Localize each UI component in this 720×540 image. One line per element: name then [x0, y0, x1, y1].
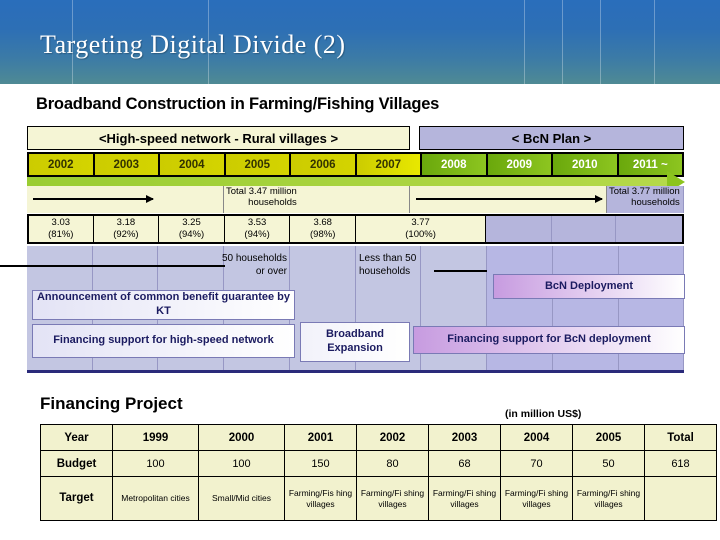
table-cell: 2004 — [500, 424, 573, 451]
table-cell: 50 — [572, 450, 645, 477]
callout-kt-guarantee: Announcement of common benefit guarantee… — [32, 290, 295, 320]
table-cell: 68 — [428, 450, 501, 477]
year-cell: 2010 — [553, 154, 619, 175]
table-cell: Farming/Fi shing villages — [428, 476, 501, 521]
callout-financing-bcn: Financing support for BcN deployment — [413, 326, 685, 354]
callout-broadband-expansion: Broadband Expansion — [300, 322, 410, 362]
broadband-timeline-diagram: <High-speed network - Rural villages > <… — [0, 126, 685, 374]
table-cell: 100 — [112, 450, 199, 477]
household-percent: (92%) — [113, 229, 139, 240]
table-cell: Farming/Fi shing villages — [572, 476, 645, 521]
year-cell: 2002 — [29, 154, 95, 175]
total-left-sublabel: households — [248, 196, 297, 208]
household-percent: (81%) — [48, 229, 74, 240]
household-value: 3.25 — [182, 217, 201, 229]
table-cell: 1999 — [112, 424, 199, 451]
table-cell-total: 618 — [644, 450, 717, 477]
timeline-green-band — [27, 177, 672, 186]
header-accent-line — [600, 0, 601, 84]
table-row-year: Year 1999 2000 2001 2002 2003 2004 2005 … — [40, 424, 717, 451]
threshold-over-sublabel: or over — [255, 265, 287, 277]
financing-title: Financing Project — [40, 394, 183, 413]
financing-table: Year 1999 2000 2001 2002 2003 2004 2005 … — [40, 424, 717, 521]
table-row-target: Target Metropolitan cities Small/Mid cit… — [40, 476, 717, 521]
year-cell: 2005 — [225, 154, 291, 175]
diagram-baseline — [27, 370, 684, 373]
table-cell: 2003 — [428, 424, 501, 451]
year-strip: 2002 2003 2004 2005 2006 2007 2008 2009 … — [27, 152, 684, 177]
header-accent-line — [524, 0, 525, 84]
table-cell: Metropolitan cities — [112, 476, 199, 521]
callout-financing-highspeed: Financing support for high-speed network — [32, 324, 295, 358]
table-cell: 70 — [500, 450, 573, 477]
household-percent: (98%) — [310, 229, 336, 240]
row-label: Year — [40, 424, 113, 451]
table-cell: Farming/Fi shing villages — [356, 476, 429, 521]
household-percent: (100%) — [405, 229, 436, 240]
band-header-highspeed: <High-speed network - Rural villages > — [27, 126, 410, 150]
table-cell: 150 — [284, 450, 357, 477]
table-cell: 100 — [198, 450, 285, 477]
table-cell: Small/Mid cities — [198, 476, 285, 521]
year-cell: 2004 — [160, 154, 226, 175]
table-row-budget: Budget 100 100 150 80 68 70 50 618 — [40, 450, 717, 477]
household-percent: (94%) — [178, 229, 205, 240]
threshold-over-label: 50 households — [221, 253, 287, 264]
totals-row: Total 3.47 million households Total 3.77… — [27, 186, 684, 213]
band-header-bcn: < BcN Plan > — [419, 126, 684, 150]
row-label: Budget — [40, 450, 113, 477]
table-cell-total: Total — [644, 424, 717, 451]
financing-unit-note: (in million US$) — [505, 408, 582, 420]
slide-header: Targeting Digital Divide (2) — [0, 0, 720, 84]
table-cell: 2000 — [198, 424, 285, 451]
household-value: 3.53 — [247, 217, 267, 229]
table-cell: 2005 — [572, 424, 645, 451]
year-cell: 2006 — [291, 154, 357, 175]
section-heading: Broadband Construction in Farming/Fishin… — [36, 95, 440, 113]
year-cell: 2008 — [422, 154, 488, 175]
page-title: Targeting Digital Divide (2) — [40, 30, 346, 59]
threshold-under-sublabel: households — [359, 265, 411, 277]
year-cell: 2009 — [487, 154, 553, 175]
year-cell: 2007 — [356, 154, 422, 175]
total-right-sublabel: households — [631, 196, 680, 208]
household-percent-row: 3.03 (81%) 3.18 (92%) 3.25 (94%) 3.53 (9… — [27, 214, 684, 244]
household-value: 3.03 — [51, 217, 71, 229]
total-right-label: Total 3.77 million — [609, 186, 680, 197]
table-cell: 80 — [356, 450, 429, 477]
household-value: 3.18 — [116, 217, 136, 229]
total-left-label: Total 3.47 million — [226, 186, 297, 197]
table-cell-empty — [644, 476, 717, 521]
year-cell: 2003 — [94, 154, 160, 175]
household-value: 3.77 — [411, 217, 430, 229]
header-accent-line — [562, 0, 563, 84]
household-percent: (94%) — [244, 229, 270, 240]
table-cell: Farming/Fis hing villages — [284, 476, 357, 521]
table-cell: Farming/Fi shing villages — [500, 476, 573, 521]
row-label: Target — [40, 476, 113, 521]
threshold-under-label: Less than 50 — [359, 253, 417, 264]
household-value: 3.68 — [313, 217, 332, 229]
callout-bcn-deployment: BcN Deployment — [493, 274, 685, 299]
header-accent-line — [654, 0, 655, 84]
table-cell: 2001 — [284, 424, 357, 451]
table-cell: 2002 — [356, 424, 429, 451]
